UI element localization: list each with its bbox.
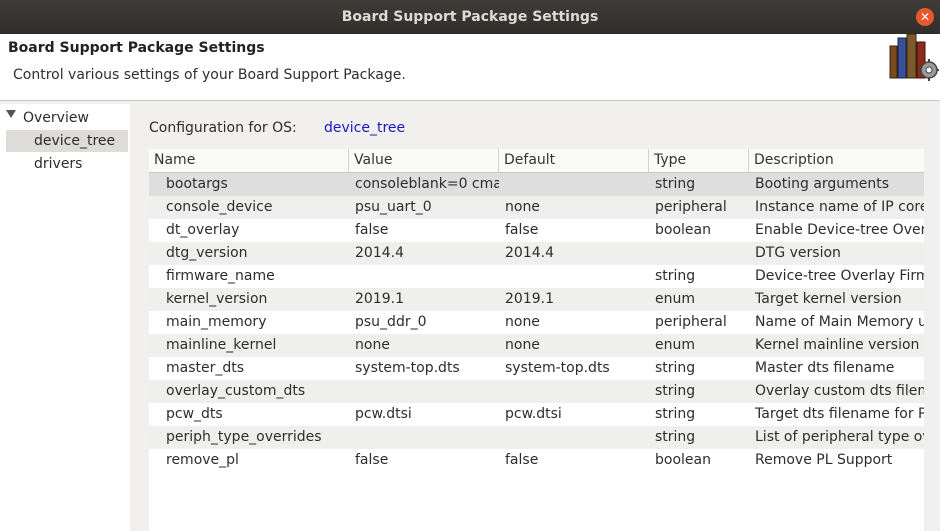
cell-type: enum xyxy=(655,337,695,353)
cell-value[interactable]: 2014.4 xyxy=(355,242,499,265)
config-os-value: device_tree xyxy=(324,120,406,136)
cell-name: master_dts xyxy=(166,360,245,376)
cell-default: 2019.1 xyxy=(505,291,554,307)
table-row[interactable]: periph_type_overrides string List of perip… xyxy=(149,426,924,449)
cell-type: peripheral xyxy=(655,199,727,215)
cell-default: none xyxy=(505,314,540,330)
window-titlebar: Board Support Package Settings ✕ xyxy=(0,0,940,34)
column-header-description[interactable]: Description xyxy=(749,149,924,172)
tree-item-device-tree[interactable]: device_tree xyxy=(6,130,128,152)
cell-description: Master dts filename xyxy=(755,360,895,376)
cell-value[interactable]: false xyxy=(355,219,499,242)
tree-item-drivers[interactable]: drivers xyxy=(6,153,128,175)
cell-type: string xyxy=(655,406,696,422)
cell-default xyxy=(505,426,649,449)
cell-value[interactable]: consoleblank=0 cma= xyxy=(355,173,499,196)
cell-default: 2014.4 xyxy=(505,245,554,261)
table-row[interactable]: main_memory psu_ddr_0 none peripheral Name o… xyxy=(149,311,924,334)
column-header-default[interactable]: Default xyxy=(499,149,649,172)
books-gear-icon xyxy=(889,33,939,81)
cell-name: dtg_version xyxy=(166,245,248,261)
dialog-header: Board Support Package Settings Control v… xyxy=(0,34,940,101)
cell-name: remove_pl xyxy=(166,452,239,468)
column-header-value[interactable]: Value xyxy=(349,149,499,172)
cell-name: dt_overlay xyxy=(166,222,240,238)
cell-default: pcw.dtsi xyxy=(505,406,562,422)
table-row[interactable]: overlay_custom_dts string Overlay custom d… xyxy=(149,380,924,403)
cell-name: main_memory xyxy=(166,314,267,330)
cell-name: periph_type_overrides xyxy=(166,429,322,445)
cell-value[interactable]: psu_ddr_0 xyxy=(355,311,499,334)
cell-description: Booting arguments xyxy=(755,176,890,192)
cell-value[interactable] xyxy=(355,265,499,288)
cell-default: system-top.dts xyxy=(505,360,610,376)
cell-value[interactable]: system-top.dts xyxy=(355,357,499,380)
cell-default: none xyxy=(505,337,540,353)
tree-item-overview[interactable]: Overview xyxy=(22,107,129,129)
table-row[interactable]: master_dts system-top.dts system-top.dts st… xyxy=(149,357,924,380)
header-title: Board Support Package Settings xyxy=(8,40,265,56)
cell-value[interactable]: psu_uart_0 xyxy=(355,196,499,219)
cell-default xyxy=(505,173,649,196)
table-row[interactable]: remove_pl false false boolean Remove PL Supp… xyxy=(149,449,924,472)
cell-type: boolean xyxy=(655,452,711,468)
cell-default xyxy=(505,265,649,288)
table-row[interactable]: console_device psu_uart_0 none peripheral In… xyxy=(149,196,924,219)
cell-description: Name of Main Memory us xyxy=(755,314,924,330)
cell-type: string xyxy=(655,429,696,445)
table-body: bootargs consoleblank=0 cma= string Booting… xyxy=(149,173,924,472)
close-icon[interactable]: ✕ xyxy=(916,8,934,26)
cell-default xyxy=(505,380,649,403)
triangle-down-icon[interactable] xyxy=(6,110,16,118)
cell-name: mainline_kernel xyxy=(166,337,277,353)
table-row[interactable]: kernel_version 2019.1 2019.1 enum Target ker… xyxy=(149,288,924,311)
cell-description: Device-tree Overlay Firmw xyxy=(755,268,924,284)
table-row[interactable]: firmware_name string Device-tree Overlay F… xyxy=(149,265,924,288)
table-row[interactable]: bootargs consoleblank=0 cma= string Booting… xyxy=(149,173,924,196)
cell-default: none xyxy=(505,199,540,215)
cell-type: string xyxy=(655,360,696,376)
cell-type xyxy=(655,242,749,265)
cell-type: string xyxy=(655,268,696,284)
cell-value[interactable] xyxy=(355,380,499,403)
cell-description: Overlay custom dts filena xyxy=(755,383,924,399)
cell-description: Target dts filename for PC xyxy=(755,406,924,422)
cell-description: List of peripheral type ov xyxy=(755,429,924,445)
table-row[interactable]: pcw_dts pcw.dtsi pcw.dtsi string Target dts … xyxy=(149,403,924,426)
cell-name: overlay_custom_dts xyxy=(166,383,306,399)
column-header-name[interactable]: Name xyxy=(149,149,349,172)
header-subtitle: Control various settings of your Board S… xyxy=(13,67,406,83)
cell-name: bootargs xyxy=(166,176,228,192)
cell-description: Kernel mainline version xyxy=(755,337,920,353)
window-title: Board Support Package Settings xyxy=(341,9,599,25)
cell-name: kernel_version xyxy=(166,291,268,307)
cell-value[interactable]: 2019.1 xyxy=(355,288,499,311)
cell-description: Remove PL Support xyxy=(755,452,893,468)
cell-type: string xyxy=(655,383,696,399)
table-header: Name Value Default Type Description xyxy=(149,149,924,173)
cell-name: firmware_name xyxy=(166,268,275,284)
table-row[interactable]: dtg_version 2014.4 2014.4 DTG version xyxy=(149,242,924,265)
table-row[interactable]: dt_overlay false false boolean Enable Device… xyxy=(149,219,924,242)
cell-value[interactable]: none xyxy=(355,334,499,357)
cell-value[interactable] xyxy=(355,426,499,449)
cell-description: Enable Device-tree Overla xyxy=(755,222,924,238)
cell-type: peripheral xyxy=(655,314,727,330)
cell-type: boolean xyxy=(655,222,711,238)
cell-default: false xyxy=(505,452,539,468)
cell-type: string xyxy=(655,176,696,192)
cell-name: pcw_dts xyxy=(166,406,223,422)
cell-type: enum xyxy=(655,291,695,307)
cell-description: DTG version xyxy=(755,245,841,261)
cell-name: console_device xyxy=(166,199,273,215)
cell-default: false xyxy=(505,222,539,238)
cell-description: Instance name of IP core f xyxy=(755,199,924,215)
config-label: Configuration for OS: xyxy=(149,120,297,136)
settings-table: Name Value Default Type Description boot… xyxy=(149,149,924,531)
cell-value[interactable]: pcw.dtsi xyxy=(355,403,499,426)
column-header-type[interactable]: Type xyxy=(649,149,749,172)
cell-description: Target kernel version xyxy=(755,291,902,307)
cell-value[interactable]: false xyxy=(355,449,499,472)
table-row[interactable]: mainline_kernel none none enum Kernel mainli… xyxy=(149,334,924,357)
